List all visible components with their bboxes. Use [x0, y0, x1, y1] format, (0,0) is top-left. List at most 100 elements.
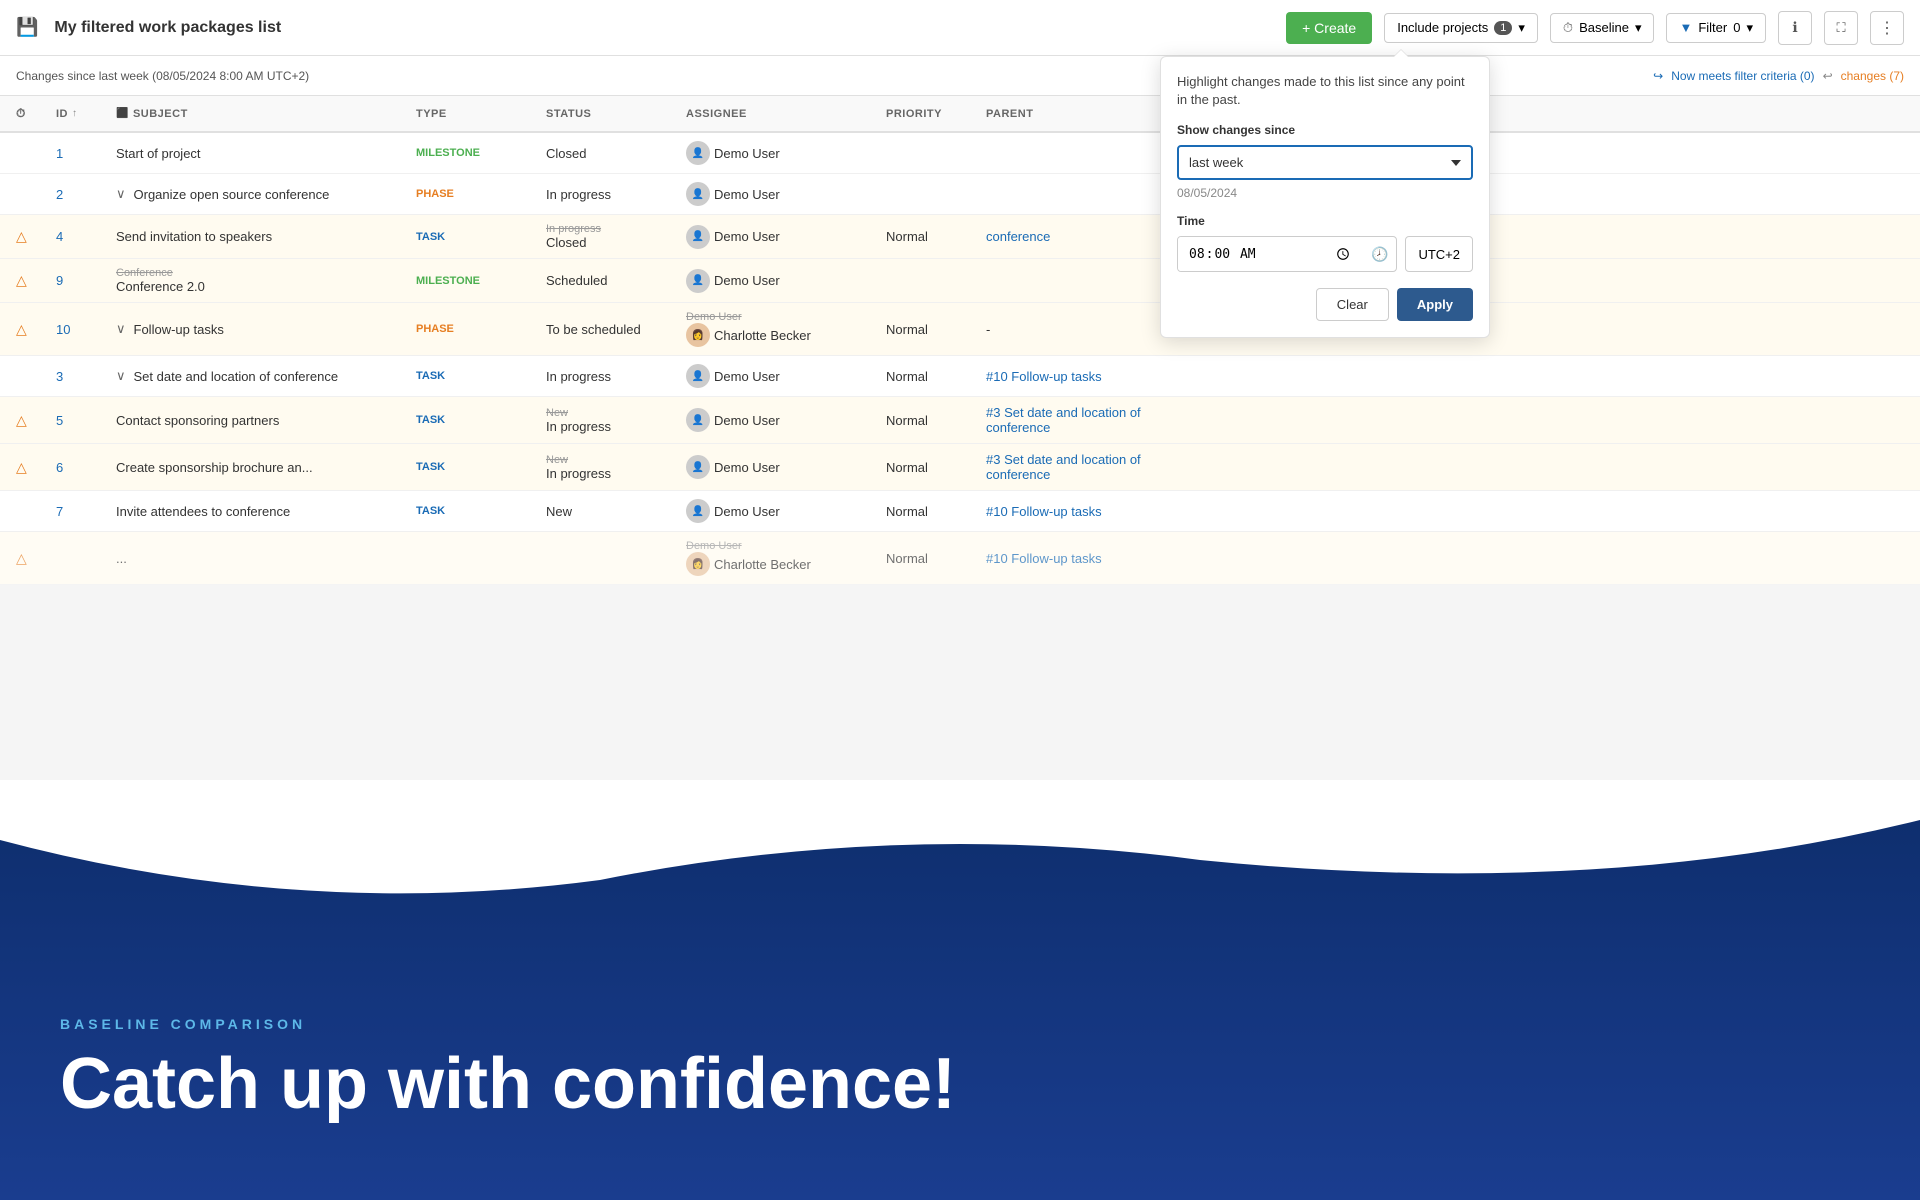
popup-description: Highlight changes made to this list sinc…	[1177, 73, 1473, 109]
row-type: TASK	[408, 406, 538, 434]
parent-link[interactable]: conference	[986, 229, 1050, 244]
apply-button[interactable]: Apply	[1397, 288, 1473, 321]
time-input[interactable]	[1178, 237, 1363, 271]
new-subject: Conference 2.0	[116, 279, 205, 294]
avatar: 👩	[686, 552, 710, 576]
clock-icon: ⏱	[16, 106, 26, 121]
col-priority[interactable]: PRIORITY	[878, 96, 978, 131]
col-assignee[interactable]: ASSIGNEE	[678, 96, 878, 131]
row-status: New In progress	[538, 399, 678, 442]
row-id[interactable]: 2	[48, 179, 108, 210]
row-priority: Normal	[878, 452, 978, 483]
row-id[interactable]: 4	[48, 221, 108, 252]
avatar: 👤	[686, 225, 710, 249]
row-status: In progress	[538, 361, 678, 392]
row-subject: ...	[108, 543, 408, 574]
page-title: My filtered work packages list	[54, 19, 1274, 37]
show-changes-select[interactable]: last week last month last year a specifi…	[1177, 145, 1473, 180]
new-status: Closed	[546, 235, 601, 250]
info-button[interactable]: ℹ	[1778, 11, 1812, 45]
row-indicator	[8, 145, 48, 161]
row-indicator: △	[8, 264, 48, 297]
row-status: To be scheduled	[538, 314, 678, 345]
col-parent[interactable]: PARENT	[978, 96, 1178, 131]
avatar: 👤	[686, 408, 710, 432]
row-parent: #10 Follow-up tasks	[978, 361, 1178, 392]
row-assignee: 👤 Demo User	[678, 356, 878, 396]
parent-link[interactable]: #10 Follow-up tasks	[986, 551, 1102, 566]
row-subject: Contact sponsoring partners	[108, 405, 408, 436]
chevron-down-icon[interactable]: ∨	[116, 321, 126, 337]
clock-icon: 🕗	[1363, 246, 1396, 263]
row-type: PHASE	[408, 180, 538, 208]
changes-count-label: changes (7)	[1841, 69, 1904, 83]
subject-icon: ⬛	[116, 108, 129, 119]
bottom-title: Catch up with confidence!	[60, 1048, 956, 1120]
chevron-down-icon[interactable]: ∨	[116, 368, 126, 384]
now-meets-filter[interactable]: Now meets filter criteria (0)	[1671, 69, 1814, 83]
row-id[interactable]: 1	[48, 138, 108, 169]
row-id[interactable]: 5	[48, 405, 108, 436]
row-priority	[878, 145, 978, 161]
row-status: New	[538, 496, 678, 527]
create-button[interactable]: + Create	[1286, 12, 1372, 44]
row-status: Closed	[538, 138, 678, 169]
row-id[interactable]: 3	[48, 361, 108, 392]
more-options-button[interactable]: ⋮	[1870, 11, 1904, 45]
old-subject: Conference	[116, 267, 205, 279]
chevron-down-icon[interactable]: ∨	[116, 186, 126, 202]
row-assignee: 👤 Demo User	[678, 217, 878, 257]
change-indicator: △	[16, 459, 27, 476]
row-parent: #3 Set date and location of conference	[978, 397, 1178, 443]
col-type[interactable]: TYPE	[408, 96, 538, 131]
row-subject: Start of project	[108, 138, 408, 169]
popup-arrow	[1393, 49, 1409, 57]
row-status: New In progress	[538, 446, 678, 489]
col-status[interactable]: STATUS	[538, 96, 678, 131]
clear-button[interactable]: Clear	[1316, 288, 1389, 321]
row-indicator	[8, 186, 48, 202]
table-row: △ 5 Contact sponsoring partners TASK New…	[0, 397, 1920, 444]
row-parent: #10 Follow-up tasks	[978, 496, 1178, 527]
row-id[interactable]: 7	[48, 496, 108, 527]
row-type: TASK	[408, 453, 538, 481]
assignee-name: Demo User	[714, 146, 780, 161]
row-id[interactable]: 9	[48, 265, 108, 296]
baseline-label: Baseline	[1579, 20, 1629, 35]
row-assignee: 👤 Demo User	[678, 447, 878, 487]
wave-svg	[0, 780, 1920, 900]
table-body: 1 Start of project MILESTONE Closed 👤 De…	[0, 133, 1920, 585]
filter-button[interactable]: ▼ Filter 0 ▾	[1666, 13, 1766, 43]
include-projects-label: Include projects	[1397, 20, 1488, 35]
row-id[interactable]: 10	[48, 314, 108, 345]
ellipsis-icon: ⋮	[1879, 18, 1895, 38]
parent-link[interactable]: #10 Follow-up tasks	[986, 504, 1102, 519]
row-assignee: Demo User 👩 Charlotte Becker	[678, 303, 878, 355]
row-indicator: △	[8, 313, 48, 346]
row-id[interactable]	[48, 550, 108, 566]
row-parent: #10 Follow-up tasks	[978, 543, 1178, 574]
fullscreen-button[interactable]: ⛶	[1824, 11, 1858, 45]
chevron-down-icon: ▾	[1518, 20, 1525, 36]
parent-link[interactable]: #3 Set date and location of conference	[986, 405, 1170, 435]
row-priority	[878, 186, 978, 202]
top-bar: 💾 My filtered work packages list + Creat…	[0, 0, 1920, 56]
row-type: MILESTONE	[408, 267, 538, 295]
row-id[interactable]: 6	[48, 452, 108, 483]
parent-link[interactable]: #3 Set date and location of conference	[986, 452, 1170, 482]
row-indicator: △	[8, 220, 48, 253]
timezone-button[interactable]: UTC+2	[1405, 236, 1473, 272]
popup-actions: Clear Apply	[1177, 288, 1473, 321]
old-assignee: Demo User	[686, 540, 742, 552]
expand-icon: ⛶	[1836, 20, 1845, 36]
row-type: TASK	[408, 362, 538, 390]
row-status: In progress Closed	[538, 215, 678, 258]
filter-icon: ▼	[1679, 20, 1692, 35]
parent-link[interactable]: #10 Follow-up tasks	[986, 369, 1102, 384]
chevron-down-icon: ▾	[1635, 20, 1642, 36]
col-id[interactable]: ID ↑	[48, 96, 108, 131]
col-subject[interactable]: ⬛ SUBJECT	[108, 96, 408, 131]
baseline-button[interactable]: ⏱ Baseline ▾	[1550, 13, 1655, 43]
include-projects-button[interactable]: Include projects 1 ▾	[1384, 13, 1538, 43]
undo-icon[interactable]: ↩	[1823, 69, 1833, 83]
